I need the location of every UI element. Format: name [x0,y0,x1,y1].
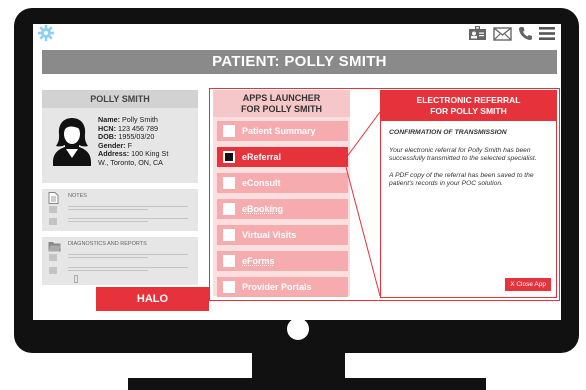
pdf-saved-message: A PDF copy of the referral has been save… [389,172,534,187]
monitor-power-button [287,318,309,340]
confirmation-heading: CONFIRMATION OF TRANSMISSION [389,129,507,136]
confirmation-message: Your electronic referral for Polly Smith… [389,147,537,162]
close-app-button[interactable]: X Close App [505,278,551,291]
halo-button[interactable]: HALO [96,287,209,311]
referral-body: CONFIRMATION OF TRANSMISSION Your electr… [381,121,556,203]
referral-title-line2: FOR POLLY SMITH [430,105,507,116]
referral-title: ELECTRONIC REFERRAL FOR POLLY SMITH [381,91,556,121]
app-screen: PATIENT: POLLY SMITH POLLY SMITH Name: P… [33,24,561,320]
referral-panel: ELECTRONIC REFERRAL FOR POLLY SMITH CONF… [380,90,557,298]
monitor-stand-base [128,378,486,390]
referral-title-line1: ELECTRONIC REFERRAL [416,95,521,105]
